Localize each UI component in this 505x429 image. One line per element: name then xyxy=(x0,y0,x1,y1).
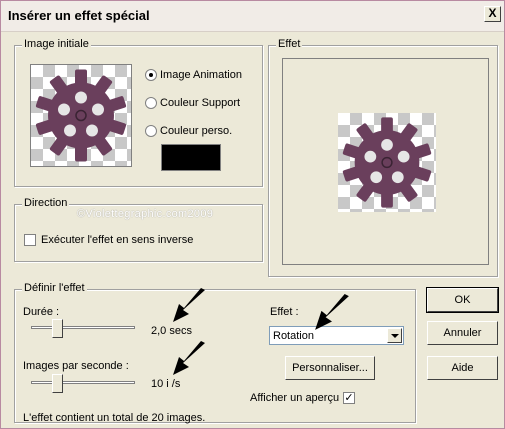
preview-image xyxy=(338,113,436,212)
definir-effet-legend: Définir l'effet xyxy=(22,282,87,294)
effet-select-value: Rotation xyxy=(273,330,314,342)
personnaliser-button[interactable]: Personnaliser... xyxy=(285,356,375,380)
chevron-down-icon[interactable] xyxy=(387,328,402,343)
radio-image-animation[interactable] xyxy=(145,69,157,81)
window-title: Insérer un effet spécial xyxy=(8,8,150,23)
gear-icon xyxy=(35,69,127,162)
duree-slider-thumb[interactable] xyxy=(52,319,63,338)
ok-label: OK xyxy=(454,294,471,306)
arrow-icon xyxy=(315,294,349,330)
effet-select-label: Effet : xyxy=(270,306,299,318)
radio-couleur-support-label: Couleur Support xyxy=(160,97,241,109)
duree-slider-track[interactable] xyxy=(31,326,135,329)
check-icon: ✓ xyxy=(344,392,354,404)
ips-slider-track[interactable] xyxy=(31,381,135,384)
ips-value: 10 i /s xyxy=(151,378,181,390)
ok-button[interactable]: OK xyxy=(426,287,499,313)
insert-effect-dialog: Insérer un effet spécial X Image initial… xyxy=(0,0,505,429)
apercu-checkbox[interactable]: ✓ xyxy=(343,392,355,404)
duree-label: Durée : xyxy=(23,306,60,318)
effect-preview-area xyxy=(282,58,489,265)
arrow-icon xyxy=(173,288,205,322)
effet-preview-legend: Effet xyxy=(276,38,303,50)
direction-legend: Direction xyxy=(22,197,70,209)
ips-slider-thumb[interactable] xyxy=(52,374,63,393)
close-button[interactable]: X xyxy=(484,6,501,22)
annuler-label: Annuler xyxy=(443,327,482,339)
watermark-text: ©Violettegraphic.com2009 xyxy=(77,208,214,220)
source-image-thumbnail xyxy=(30,64,132,167)
total-images-text: L'effet contient un total de 20 images. xyxy=(23,412,206,424)
radio-couleur-perso-label: Couleur perso. xyxy=(160,125,233,137)
custom-color-swatch[interactable] xyxy=(161,144,221,171)
radio-couleur-perso[interactable] xyxy=(145,125,157,137)
annuler-button[interactable]: Annuler xyxy=(427,321,498,345)
reverse-effect-checkbox[interactable] xyxy=(24,234,36,246)
radio-couleur-support[interactable] xyxy=(145,97,157,109)
duree-value: 2,0 secs xyxy=(151,325,192,337)
reverse-effect-label: Exécuter l'effet en sens inverse xyxy=(41,234,194,246)
personnaliser-label: Personnaliser... xyxy=(292,362,368,374)
image-initiale-legend: Image initiale xyxy=(22,38,91,50)
ips-label: Images par seconde : xyxy=(23,360,129,372)
aide-label: Aide xyxy=(451,362,474,374)
aide-button[interactable]: Aide xyxy=(427,356,498,380)
radio-image-animation-label: Image Animation xyxy=(160,69,242,81)
title-bar: Insérer un effet spécial X xyxy=(1,1,504,32)
apercu-label: Afficher un aperçu xyxy=(250,392,340,404)
gear-icon xyxy=(342,117,432,208)
close-icon: X xyxy=(488,6,497,20)
arrow-icon xyxy=(173,341,205,375)
